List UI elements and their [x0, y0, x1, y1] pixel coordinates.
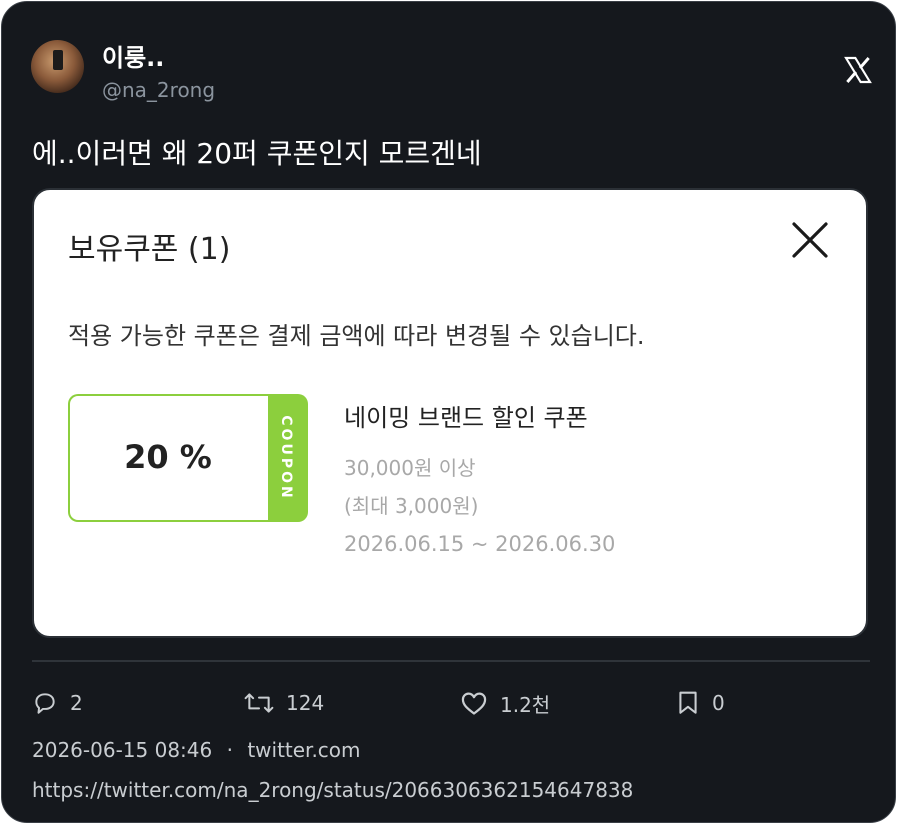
divider — [32, 660, 870, 662]
bookmark-icon — [679, 691, 697, 714]
tweet-source[interactable]: twitter.com — [247, 738, 360, 762]
like-button[interactable]: 1.2천 — [460, 688, 550, 718]
coupon-ticket: 20 % COUPON — [68, 394, 308, 522]
coupon-min-amount: 30,000원 이상 — [344, 456, 476, 480]
reply-count: 2 — [70, 691, 83, 715]
display-name[interactable]: 이룽.. — [102, 38, 164, 73]
coupon-max-discount: (최대 3,000원) — [344, 494, 479, 518]
retweet-icon — [244, 693, 274, 713]
avatar[interactable] — [31, 40, 84, 93]
coupon-name: 네이밍 브랜드 할인 쿠폰 — [344, 404, 588, 432]
tweet-card: 이룽.. @na_2rong 에..이러면 왜 20퍼 쿠폰인지 모르겐네 보유… — [1, 1, 896, 823]
tweet-media-image[interactable]: 보유쿠폰 (1) 적용 가능한 쿠폰은 결제 금액에 따라 변경될 수 있습니다… — [32, 188, 868, 638]
like-count: 1.2천 — [500, 692, 551, 717]
coupon-period: 2026.06.15 ~ 2026.06.30 — [344, 532, 616, 556]
reply-button[interactable]: 2 — [32, 688, 83, 718]
coupon-percent: 20 % — [124, 438, 212, 476]
avatar-phone-detail — [53, 50, 63, 70]
coupon-notice: 적용 가능한 쿠폰은 결제 금액에 따라 변경될 수 있습니다. — [68, 322, 645, 350]
tweet-text: 에..이러면 왜 20퍼 쿠폰인지 모르겐네 — [32, 137, 482, 170]
meta-separator: · — [226, 738, 233, 762]
reply-icon — [35, 693, 55, 714]
bookmark-button[interactable]: 0 — [676, 688, 725, 718]
tweet-url[interactable]: https://twitter.com/na_2rong/status/2066… — [32, 778, 633, 802]
coupon-sheet-title: 보유쿠폰 (1) — [68, 232, 231, 267]
x-logo-icon[interactable] — [842, 54, 874, 86]
retweet-button[interactable]: 124 — [244, 688, 324, 718]
coupon-stub-label: COUPON — [278, 415, 294, 501]
heart-icon — [461, 692, 487, 715]
retweet-count: 124 — [286, 691, 325, 715]
close-icon — [792, 222, 828, 258]
tweet-timestamp[interactable]: 2026-06-15 08:46 — [32, 738, 212, 762]
bookmark-count: 0 — [712, 691, 725, 715]
tweet-meta: 2026-06-15 08:46 · twitter.com — [32, 738, 361, 762]
user-handle[interactable]: @na_2rong — [102, 78, 215, 102]
